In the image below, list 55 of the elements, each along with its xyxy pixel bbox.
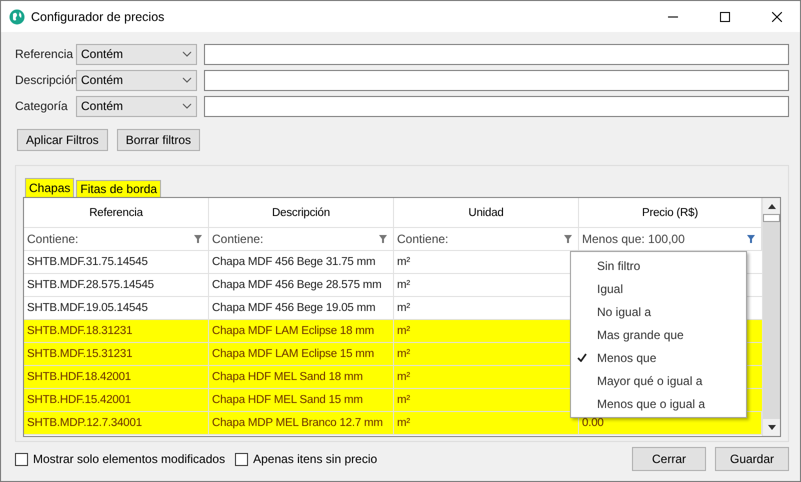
chevron-down-icon [182, 77, 192, 83]
filter-label: Categoría [15, 99, 69, 113]
chevron-down-icon [182, 103, 192, 109]
table-cell: SHTB.MDF.31.75.14545 [24, 251, 209, 273]
table-cell: Chapa HDF MEL Sand 15 mm [209, 389, 394, 411]
checkbox[interactable]: Mostrar solo elementos modificados [15, 452, 226, 466]
column-filter[interactable]: Contiene: [24, 228, 209, 250]
table-cell: Chapa MDP MEL Branco 12.7 mm [209, 412, 394, 434]
apply-filters-button[interactable]: Aplicar Filtros [17, 129, 108, 151]
column-header[interactable]: Referencia [24, 198, 209, 227]
checkmark-icon [577, 353, 587, 362]
table-cell: Chapa HDF MEL Sand 18 mm [209, 366, 394, 388]
filter-label: Descripción [15, 73, 76, 87]
window-title: Configurador de precios [31, 10, 166, 24]
scroll-thumb[interactable] [763, 214, 780, 222]
close-icon [772, 12, 782, 22]
table-cell: Chapa MDF 456 Bege 31.75 mm [209, 251, 394, 273]
table-cell: SHTB.MDF.28.575.14545 [24, 274, 209, 296]
save-button[interactable]: Guardar [715, 447, 789, 471]
table-cell: Chapa MDF LAM Eclipse 18 mm [209, 320, 394, 342]
table-cell: Chapa MDF 456 Bege 28.575 mm [209, 274, 394, 296]
filter-label: Referencia [15, 47, 74, 61]
filter-input[interactable] [204, 70, 789, 90]
filter-input[interactable] [204, 44, 789, 64]
filter-icon[interactable] [564, 235, 572, 243]
column-filter[interactable]: Contiene: [394, 228, 579, 250]
scrollbar[interactable] [762, 198, 780, 436]
globe-icon [9, 8, 25, 24]
scroll-up-icon[interactable] [768, 204, 776, 209]
operator-dropdown[interactable]: Contém [76, 96, 197, 116]
table-cell: SHTB.MDF.18.31231 [24, 320, 209, 342]
scroll-down-icon[interactable] [768, 425, 776, 430]
chevron-down-icon [182, 51, 192, 57]
filter-input[interactable] [204, 96, 789, 116]
operator-dropdown[interactable]: Contém [76, 44, 197, 64]
table-cell: SHTB.MDF.15.31231 [24, 343, 209, 365]
tab[interactable]: Fitas de borda [76, 180, 162, 197]
close-dialog-button[interactable]: Cerrar [632, 447, 706, 471]
column-header[interactable]: Unidad [394, 198, 579, 227]
maximize-icon [720, 12, 730, 22]
table-cell: Chapa MDF 456 Bege 19.05 mm [209, 297, 394, 319]
column-filter[interactable]: Contiene: [209, 228, 394, 250]
tab[interactable]: Chapas [25, 178, 74, 197]
filter-icon[interactable] [379, 235, 387, 243]
table-cell: SHTB.HDF.18.42001 [24, 366, 209, 388]
clear-filters-button[interactable]: Borrar filtros [116, 129, 200, 151]
filter-icon[interactable] [747, 235, 755, 243]
operator-dropdown[interactable]: Contém [76, 70, 197, 90]
table-cell: SHTB.MDF.19.05.14545 [24, 297, 209, 319]
table-cell: SHTB.HDF.15.42001 [24, 389, 209, 411]
table-cell: SHTB.MDP.12.7.34001 [24, 412, 209, 434]
column-header[interactable]: Descripción [209, 198, 394, 227]
table-cell: Chapa MDF LAM Eclipse 15 mm [209, 343, 394, 365]
checkbox[interactable]: Apenas itens sin precio [235, 452, 378, 466]
filter-icon[interactable] [194, 235, 202, 243]
